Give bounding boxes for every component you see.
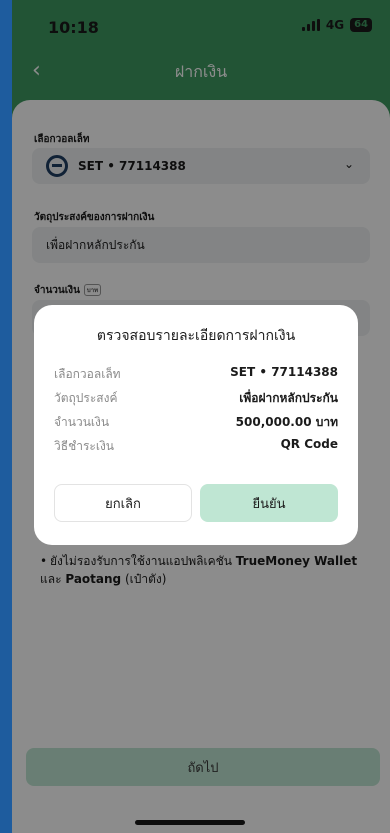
detail-value: SET • 77114388 [230,365,338,379]
detail-value: 500,000.00 บาท [235,415,338,429]
detail-row-wallet: เลือกวอลเล็ท SET • 77114388 [54,365,338,385]
detail-value: QR Code [280,437,338,451]
confirm-deposit-dialog: ตรวจสอบรายละเอียดการฝากเงิน เลือกวอลเล็ท… [34,305,358,545]
detail-row-payment-method: วิธีชำระเงิน QR Code [54,437,338,457]
detail-label: วิธีชำระเงิน [54,439,114,453]
phone-screen: 10:18 4G 64 ‹ ฝากเงิน เลือกวอลเล็ท SET •… [12,0,390,833]
detail-label: เลือกวอลเล็ท [54,367,121,381]
detail-row-purpose: วัตถุประสงค์ เพื่อฝากหลักประกัน [54,389,338,409]
confirm-button[interactable]: ยืนยัน [200,484,338,522]
detail-row-amount: จำนวนเงิน 500,000.00 บาท [54,413,338,433]
detail-label: วัตถุประสงค์ [54,391,118,405]
detail-label: จำนวนเงิน [54,415,110,429]
dialog-title: ตรวจสอบรายละเอียดการฝากเงิน [96,328,296,344]
detail-value: เพื่อฝากหลักประกัน [239,391,338,405]
cancel-button[interactable]: ยกเลิก [54,484,192,522]
